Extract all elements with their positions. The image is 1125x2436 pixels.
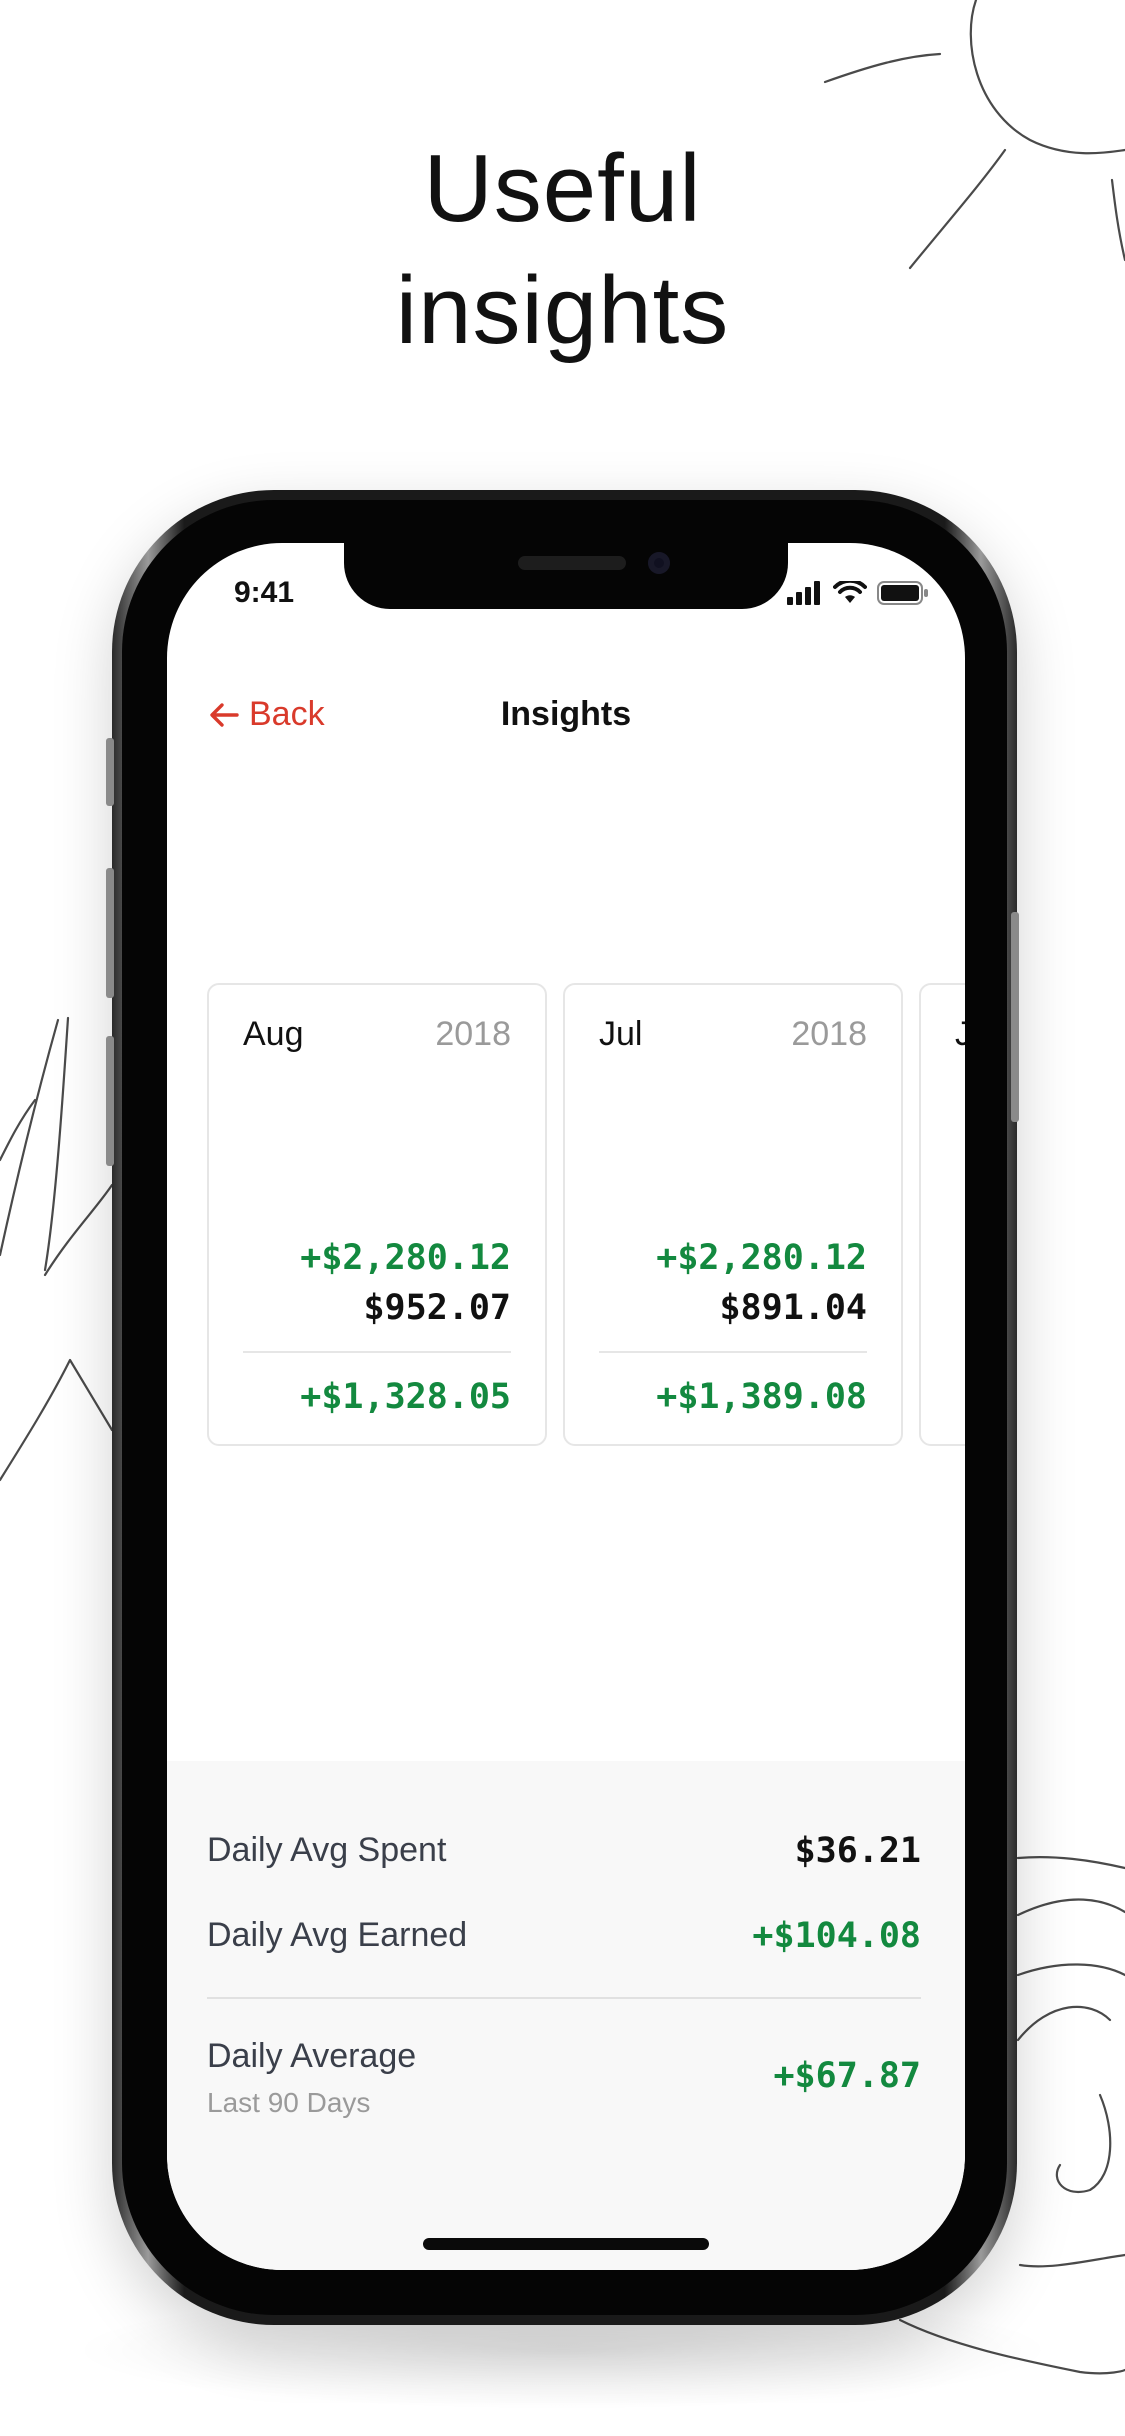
screen-title: Insights <box>500 695 632 733</box>
card-year: 2018 <box>435 1015 511 1053</box>
card-spent-amount: $952.07 <box>363 1288 511 1328</box>
card-earned-amount: +$2,280.12 <box>656 1238 867 1278</box>
notch <box>344 543 788 609</box>
daily-avg-spent-value: $36.21 <box>794 1831 921 1871</box>
card-spent-amount: $891.04 <box>719 1288 867 1328</box>
left-doodle <box>0 1018 60 1257</box>
headline-line-2: insights <box>395 257 730 364</box>
volume-up-button <box>106 868 114 998</box>
month-card-partial[interactable]: J <box>919 983 965 1446</box>
mute-switch <box>106 738 114 806</box>
card-month: J <box>955 1015 965 1053</box>
card-divider <box>599 1351 867 1353</box>
signal-icon <box>787 581 820 605</box>
month-card-aug[interactable]: Aug 2018 +$2,280.12 $952.07 +$1,328.05 <box>207 983 547 1446</box>
daily-average-label: Daily Average <box>207 2037 417 2075</box>
card-divider <box>243 1351 511 1353</box>
daily-avg-earned-label: Daily Avg Earned <box>207 1916 468 1954</box>
volume-down-button <box>106 1036 114 1166</box>
daily-summary-panel: Daily Avg Spent $36.21 Daily Avg Earned … <box>167 1761 965 2270</box>
phone-screen: 9:41 Back Insights Aug 2018 +$2,280.12 $… <box>167 543 965 2270</box>
battery-icon <box>877 581 928 605</box>
power-button <box>1011 912 1019 1122</box>
daily-avg-earned-value: +$104.08 <box>752 1916 921 1956</box>
card-month: Aug <box>243 1015 304 1053</box>
wifi-icon <box>833 581 867 603</box>
speaker-grille <box>518 556 626 570</box>
status-icons <box>787 576 929 610</box>
navigation-bar: Back Insights <box>167 663 965 753</box>
month-card-jul[interactable]: Jul 2018 +$2,280.12 $891.04 +$1,389.08 <box>563 983 903 1446</box>
home-indicator[interactable] <box>423 2238 709 2250</box>
card-earned-amount: +$2,280.12 <box>300 1238 511 1278</box>
card-net-amount: +$1,389.08 <box>656 1377 867 1417</box>
card-year: 2018 <box>791 1015 867 1053</box>
card-month: Jul <box>599 1015 643 1053</box>
summary-divider <box>207 1997 921 1999</box>
month-cards-carousel[interactable]: Aug 2018 +$2,280.12 $952.07 +$1,328.05 J… <box>207 983 965 1448</box>
headline-line-1: Useful <box>423 135 702 242</box>
daily-average-period: Last 90 Days <box>207 2087 371 2118</box>
daily-avg-spent-label: Daily Avg Spent <box>207 1831 447 1869</box>
status-time: 9:41 <box>234 576 295 609</box>
right-swirl-doodle <box>1016 1856 1125 1870</box>
daily-average-value: +$67.87 <box>773 2056 921 2096</box>
card-net-amount: +$1,328.05 <box>300 1377 511 1417</box>
page-headline: Useful insights <box>0 128 1125 372</box>
front-camera <box>648 552 670 574</box>
